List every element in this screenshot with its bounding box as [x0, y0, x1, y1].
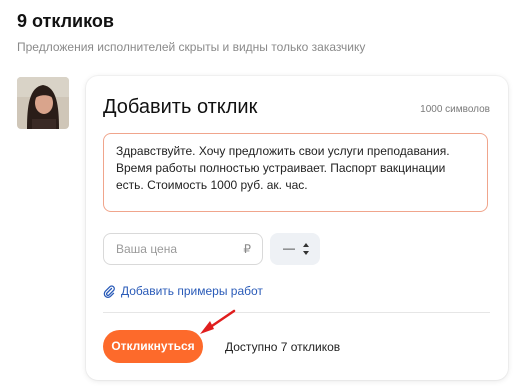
available-responses-text: Доступно 7 откликов — [225, 340, 341, 354]
response-card: Добавить отклик 1000 символов Здравствуй… — [86, 76, 508, 380]
divider — [103, 312, 490, 313]
page-title: 9 откликов — [17, 11, 114, 31]
paperclip-icon — [103, 284, 115, 298]
add-works-label: Добавить примеры работ — [121, 284, 263, 298]
price-unit-value: — — [283, 241, 295, 255]
avatar[interactable] — [17, 77, 69, 129]
card-title: Добавить отклик — [103, 96, 258, 118]
updown-arrows-icon — [303, 243, 309, 255]
avatar-photo — [17, 77, 69, 129]
price-input[interactable] — [104, 234, 234, 264]
page-subtitle: Предложения исполнителей скрыты и видны … — [17, 40, 366, 54]
price-field[interactable]: ₽ — [103, 233, 263, 265]
char-limit-hint: 1000 символов — [420, 104, 490, 115]
currency-symbol: ₽ — [243, 242, 251, 256]
response-message-textarea[interactable]: Здравствуйте. Хочу предложить свои услуг… — [103, 133, 488, 212]
price-unit-select[interactable]: — — [270, 233, 320, 265]
add-works-link[interactable]: Добавить примеры работ — [103, 284, 263, 298]
respond-button[interactable]: Откликнуться — [103, 330, 203, 363]
